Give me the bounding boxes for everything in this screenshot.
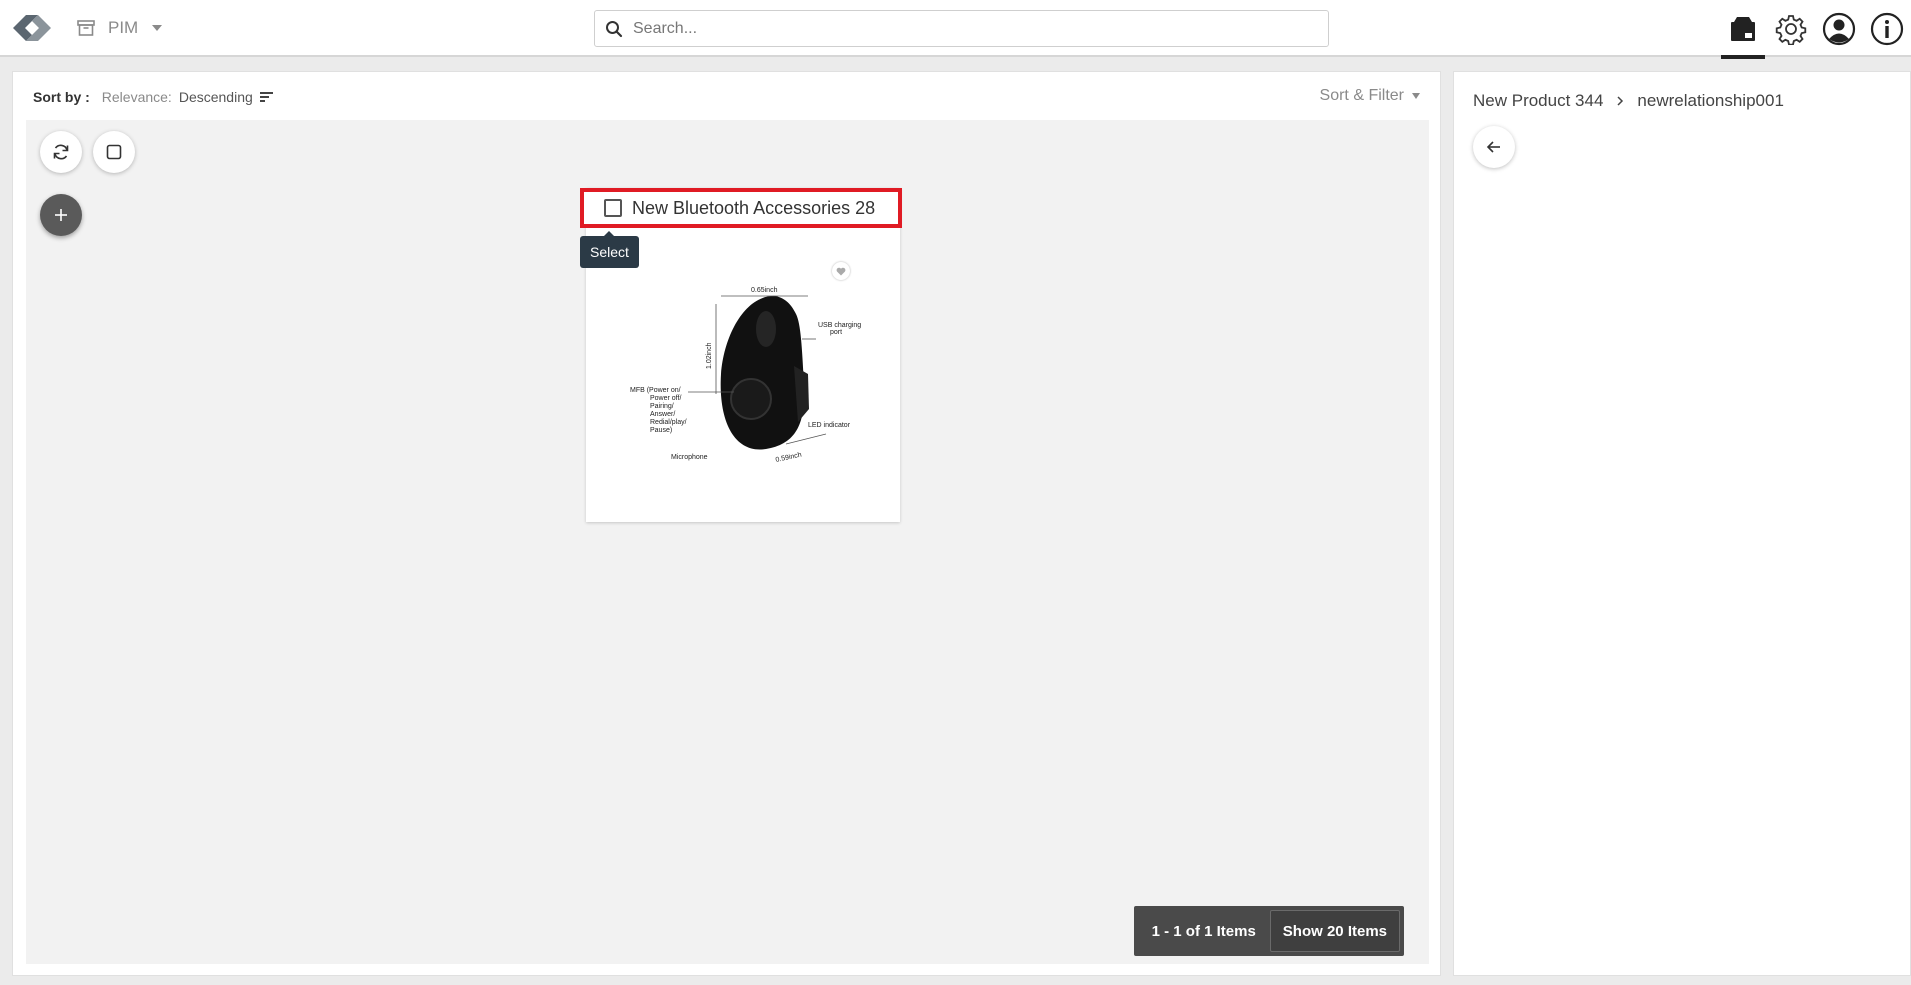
add-button[interactable] xyxy=(40,194,82,236)
search-box xyxy=(594,10,1329,47)
results-panel: Sort by : Relevance: Descending Sort & F… xyxy=(12,71,1441,976)
sort-field[interactable]: Relevance: xyxy=(102,89,172,105)
image-label-mfb-4: Answer/ xyxy=(650,411,675,418)
image-label-usb-2: port xyxy=(830,329,842,336)
app-label: PIM xyxy=(108,18,139,37)
square-icon xyxy=(106,144,122,160)
image-label-width: 0.65inch xyxy=(751,287,778,294)
select-checkbox[interactable] xyxy=(604,199,622,217)
sort-direction[interactable]: Descending xyxy=(179,89,253,105)
user-icon xyxy=(1822,12,1856,45)
caret-down-icon xyxy=(1412,93,1420,99)
archive-icon xyxy=(77,20,95,36)
results-grid: New Bluetooth Accessories 28 Select 0.65… xyxy=(26,120,1429,964)
sort-lines-icon[interactable] xyxy=(259,91,274,103)
settings-button[interactable] xyxy=(1767,0,1815,57)
chevron-down-icon xyxy=(152,25,163,31)
info-button[interactable] xyxy=(1863,0,1911,57)
sort-filter-toggle[interactable]: Sort & Filter xyxy=(1320,87,1420,105)
refresh-button[interactable] xyxy=(40,131,82,173)
pagination-bar: 1 - 1 of 1 Items Show 20 Items xyxy=(1133,906,1404,956)
top-icon-group xyxy=(1719,0,1911,59)
image-label-mfb-3: Pairing/ xyxy=(650,403,674,410)
product-box-icon xyxy=(1731,16,1755,41)
plus-icon xyxy=(55,209,67,221)
breadcrumb: New Product 344 newrelationship001 xyxy=(1473,91,1784,111)
card-title[interactable]: New Bluetooth Accessories 28 xyxy=(632,198,875,219)
image-label-mfb-6: Pause) xyxy=(650,427,672,434)
logo-icon[interactable] xyxy=(9,11,55,45)
info-icon xyxy=(1870,12,1904,45)
app-switcher[interactable]: PIM xyxy=(76,14,163,42)
back-button[interactable] xyxy=(1473,126,1515,168)
top-bar: PIM xyxy=(0,0,1911,59)
image-label-led: LED indicator xyxy=(808,422,851,429)
image-label-usb: USB charging xyxy=(818,322,861,329)
select-all-button[interactable] xyxy=(93,131,135,173)
image-label-mfb-2: Power off/ xyxy=(650,395,681,402)
product-card[interactable]: New Bluetooth Accessories 28 Select 0.65… xyxy=(580,188,902,522)
search-input[interactable] xyxy=(633,12,1328,45)
sort-by-label: Sort by : xyxy=(33,89,90,105)
image-label-mfb: MFB (Power on/ xyxy=(630,387,681,394)
sort-filter-label: Sort & Filter xyxy=(1319,87,1404,104)
select-tooltip: Select xyxy=(580,231,639,268)
detail-panel: New Product 344 newrelationship001 xyxy=(1453,71,1911,976)
image-label-height: 1.02inch xyxy=(706,342,713,369)
card-header: New Bluetooth Accessories 28 xyxy=(580,188,902,228)
image-label-mfb-5: Redial/play/ xyxy=(650,419,687,426)
gear-icon xyxy=(1775,14,1807,45)
user-button[interactable] xyxy=(1815,0,1863,57)
product-image: 0.65inch 1.02inch USB charging port MFB … xyxy=(630,287,861,464)
chevron-right-icon xyxy=(1617,96,1624,106)
arrow-left-icon xyxy=(1486,141,1500,153)
refresh-icon xyxy=(53,144,69,160)
image-label-mic: Microphone xyxy=(671,454,708,461)
item-count: 1 - 1 of 1 Items xyxy=(1151,922,1256,940)
breadcrumb-current: newrelationship001 xyxy=(1637,91,1784,110)
show-items-button[interactable]: Show 20 Items xyxy=(1269,910,1400,952)
search-icon xyxy=(595,11,633,46)
product-box-button[interactable] xyxy=(1719,0,1767,59)
image-label-depth: 0.59inch xyxy=(775,452,802,464)
sort-bar: Sort by : Relevance: Descending xyxy=(33,89,274,105)
breadcrumb-parent[interactable]: New Product 344 xyxy=(1473,91,1603,111)
